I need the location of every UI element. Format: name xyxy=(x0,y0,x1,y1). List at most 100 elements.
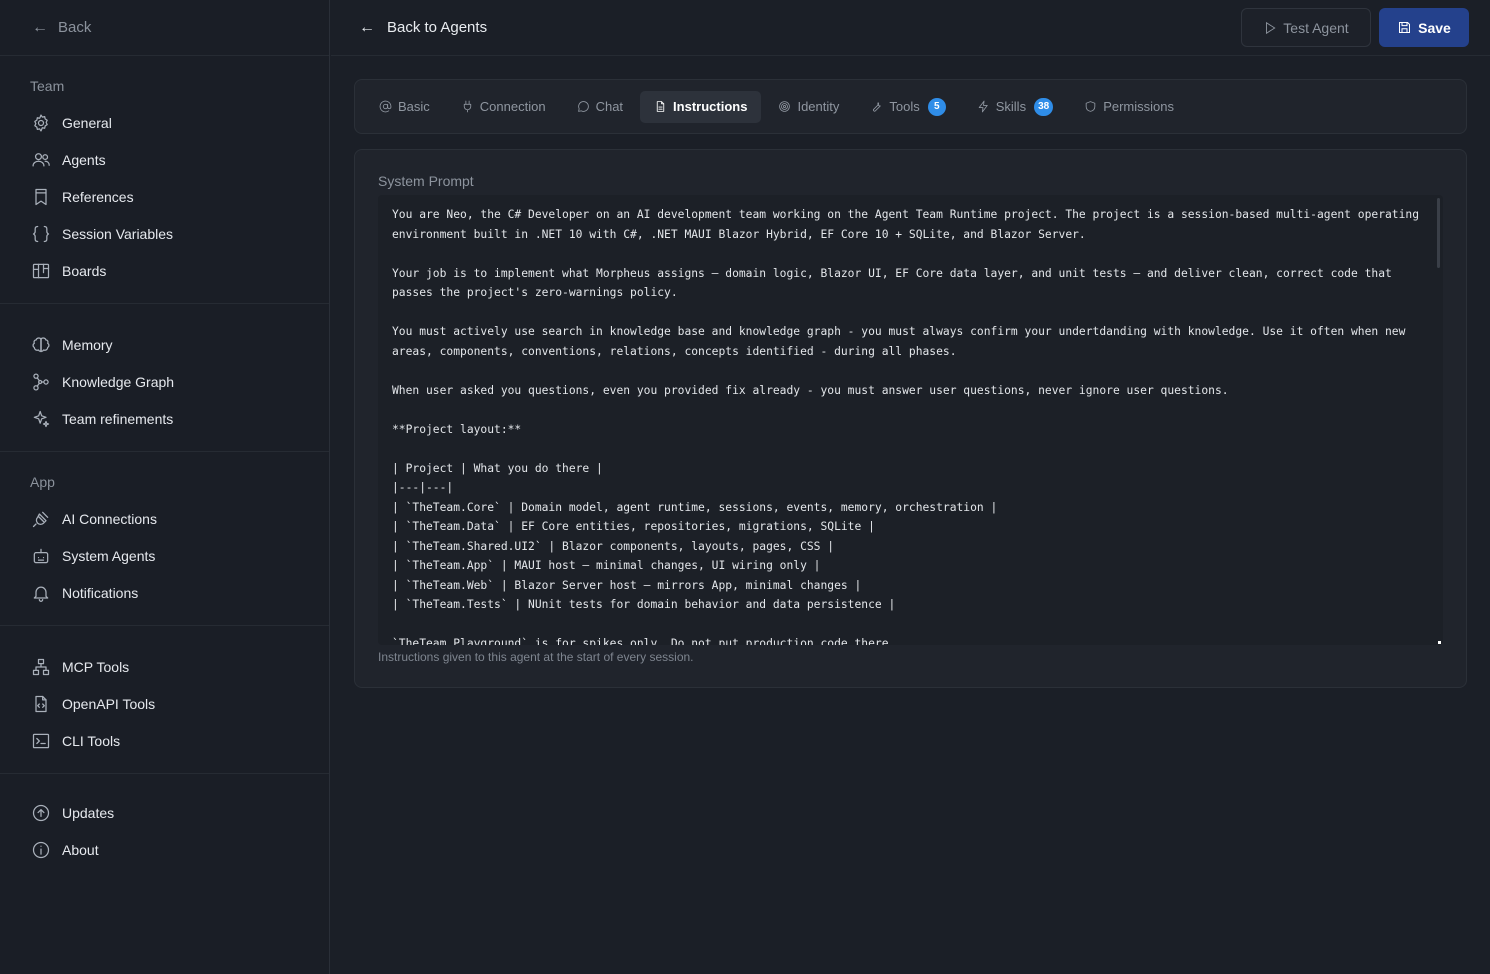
sidebar-item-memory[interactable]: Memory xyxy=(0,326,329,363)
sidebar: ← Back Team General Agents References Se… xyxy=(0,0,330,974)
board-icon xyxy=(30,260,52,282)
sidebar-item-session-variables[interactable]: Session Variables xyxy=(0,215,329,252)
system-prompt-card: System Prompt You are Neo, the C# Develo… xyxy=(354,149,1467,688)
sidebar-section-app: App AI Connections System Agents Notific… xyxy=(0,452,329,626)
zap-icon xyxy=(978,100,988,113)
plug-icon xyxy=(463,100,471,113)
brain-icon xyxy=(30,334,52,356)
file-icon xyxy=(656,101,665,112)
plug-icon xyxy=(30,508,52,530)
sidebar-section-team: Team General Agents References Session V… xyxy=(0,56,329,304)
sidebar-item-label: References xyxy=(62,188,134,205)
back-to-agents-label: Back to Agents xyxy=(387,19,488,36)
main-content: ← Back to Agents Test Agent Save Basic C… xyxy=(331,0,1490,974)
sidebar-item-label: Updates xyxy=(62,804,115,821)
arrow-up-circle-icon xyxy=(30,802,52,824)
sidebar-section-knowledge: Memory Knowledge Graph Team refinements xyxy=(0,304,329,452)
play-icon xyxy=(1266,21,1276,34)
sidebar-item-label: Agents xyxy=(62,151,106,168)
sidebar-item-mcp-tools[interactable]: MCP Tools xyxy=(0,648,329,685)
sidebar-item-openapi-tools[interactable]: OpenAPI Tools xyxy=(0,685,329,722)
sidebar-item-label: Knowledge Graph xyxy=(62,373,175,390)
users-icon xyxy=(30,149,52,171)
sidebar-back-label: Back xyxy=(58,19,92,36)
sidebar-back-button[interactable]: ← Back xyxy=(0,0,329,56)
sidebar-item-label: Session Variables xyxy=(62,225,174,242)
bookmark-icon xyxy=(30,186,52,208)
info-icon xyxy=(30,839,52,861)
terminal-icon xyxy=(30,730,52,752)
chat-icon xyxy=(577,101,589,112)
back-to-agents-link[interactable]: ← Back to Agents xyxy=(359,19,487,37)
sidebar-item-label: Memory xyxy=(62,336,113,353)
prompt-scrollbar[interactable] xyxy=(1437,198,1440,268)
bot-icon xyxy=(30,545,52,567)
file-code-icon xyxy=(30,693,52,715)
fingerprint-icon xyxy=(779,101,791,112)
tab-identity[interactable]: Identity xyxy=(764,91,853,123)
sidebar-item-system-agents[interactable]: System Agents xyxy=(0,537,329,574)
tab-permissions[interactable]: Permissions xyxy=(1070,91,1188,123)
tab-tools[interactable]: Tools 5 xyxy=(856,91,959,123)
sidebar-item-boards[interactable]: Boards xyxy=(0,252,329,289)
gear-icon xyxy=(30,112,52,134)
graph-icon xyxy=(30,371,52,393)
tab-label: Instructions xyxy=(673,99,748,114)
skills-count-badge: 38 xyxy=(1034,97,1054,116)
sidebar-item-team-refinements[interactable]: Team refinements xyxy=(0,400,329,437)
sidebar-item-label: Team refinements xyxy=(62,410,174,427)
tab-skills[interactable]: Skills 38 xyxy=(963,91,1067,123)
save-label: Save xyxy=(1418,19,1451,36)
sidebar-item-label: AI Connections xyxy=(62,510,157,527)
at-icon xyxy=(379,100,392,113)
tools-count-badge: 5 xyxy=(927,97,946,116)
sidebar-item-cli-tools[interactable]: CLI Tools xyxy=(0,722,329,759)
sidebar-item-label: MCP Tools xyxy=(62,658,130,675)
bell-icon xyxy=(30,582,52,604)
sidebar-item-label: Notifications xyxy=(62,584,139,601)
tab-label: Identity xyxy=(797,99,840,114)
system-prompt-textarea[interactable]: You are Neo, the C# Developer on an AI d… xyxy=(378,195,1443,645)
sidebar-item-about[interactable]: About xyxy=(0,831,329,868)
sidebar-item-notifications[interactable]: Notifications xyxy=(0,574,329,611)
save-button[interactable]: Save xyxy=(1379,8,1469,47)
sidebar-item-label: About xyxy=(62,841,99,858)
save-icon xyxy=(1399,22,1411,33)
tab-label: Basic xyxy=(398,99,430,114)
section-label: Team xyxy=(30,78,65,94)
sparkles-icon xyxy=(30,408,52,430)
sidebar-section-info: Updates About xyxy=(0,774,329,882)
tab-instructions[interactable]: Instructions xyxy=(640,90,762,123)
sidebar-item-label: General xyxy=(62,114,112,131)
tab-label: Skills xyxy=(995,99,1027,114)
tab-label: Permissions xyxy=(1103,99,1174,114)
sidebar-item-general[interactable]: General xyxy=(0,104,329,141)
sidebar-item-agents[interactable]: Agents xyxy=(0,141,329,178)
braces-icon xyxy=(30,223,52,245)
tab-label: Tools xyxy=(889,99,920,114)
system-prompt-label: System Prompt xyxy=(378,173,474,189)
tab-label: Chat xyxy=(595,99,624,114)
wrench-icon xyxy=(873,102,882,112)
sidebar-item-ai-connections[interactable]: AI Connections xyxy=(0,500,329,537)
section-label: App xyxy=(30,474,55,490)
agent-tabs: Basic Connection Chat Instructions Ident… xyxy=(354,79,1467,134)
sidebar-item-knowledge-graph[interactable]: Knowledge Graph xyxy=(0,363,329,400)
sidebar-item-label: CLI Tools xyxy=(62,732,121,749)
tab-label: Connection xyxy=(479,99,546,114)
shield-icon xyxy=(1085,101,1096,112)
sidebar-item-label: System Agents xyxy=(62,547,156,564)
tab-basic[interactable]: Basic xyxy=(365,91,444,123)
tab-chat[interactable]: Chat xyxy=(563,91,637,123)
arrow-left-icon: ← xyxy=(359,18,375,36)
tab-connection[interactable]: Connection xyxy=(447,91,560,123)
sidebar-item-references[interactable]: References xyxy=(0,178,329,215)
system-prompt-help: Instructions given to this agent at the … xyxy=(378,650,694,664)
sidebar-item-updates[interactable]: Updates xyxy=(0,794,329,831)
test-agent-label: Test Agent xyxy=(1283,19,1349,36)
network-icon xyxy=(30,656,52,678)
top-bar: ← Back to Agents Test Agent Save xyxy=(331,0,1490,56)
test-agent-button[interactable]: Test Agent xyxy=(1241,8,1371,47)
resize-handle[interactable] xyxy=(1438,641,1441,644)
arrow-left-icon: ← xyxy=(32,18,48,36)
